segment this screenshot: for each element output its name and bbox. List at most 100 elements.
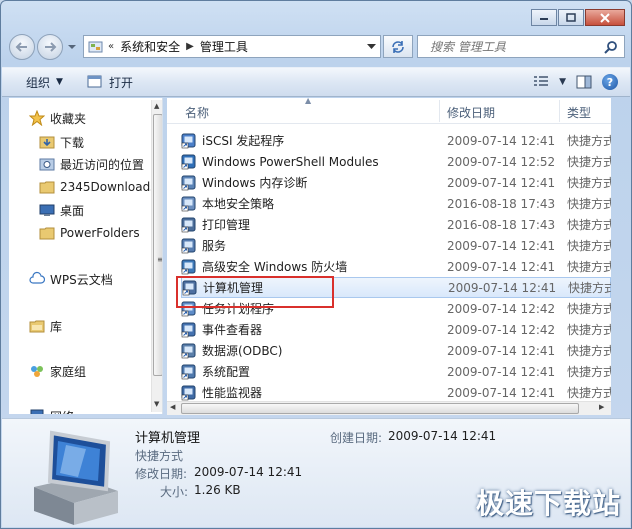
search-input[interactable] xyxy=(418,39,598,54)
details-created-label: 创建日期: xyxy=(330,431,383,445)
file-name: 高级安全 Windows 防火墙 xyxy=(202,260,348,274)
file-row[interactable]: 数据源(ODBC) 2009-07-14 12:41 快捷方式 xyxy=(181,340,611,361)
grip-icon: ≡ xyxy=(157,255,162,264)
recent-pages-dropdown-icon[interactable] xyxy=(67,42,77,52)
minimize-icon xyxy=(540,17,548,20)
nav-item-label: 网络 xyxy=(50,408,74,415)
file-row[interactable]: 事件查看器 2009-07-14 12:42 快捷方式 xyxy=(181,319,611,340)
file-row[interactable]: 服务 2009-07-14 12:41 快捷方式 xyxy=(181,235,611,256)
folder-icon xyxy=(39,227,55,240)
file-type: 快捷方式 xyxy=(568,281,611,295)
nav-item-powerfolders[interactable]: PowerFolders xyxy=(39,223,140,243)
scrollbar-thumb[interactable]: ≡ xyxy=(153,114,162,376)
nav-item-label: 收藏夹 xyxy=(50,111,87,126)
shortcut-icon xyxy=(181,196,196,211)
column-header-type[interactable]: 类型 xyxy=(567,104,591,121)
shortcut-icon xyxy=(181,154,196,169)
file-modified-date: 2009-07-14 12:41 xyxy=(447,343,556,358)
view-controls: ▼ ? xyxy=(533,74,618,90)
nav-item-wps-cloud[interactable]: WPS云文档 xyxy=(29,269,113,289)
breadcrumb-system-security[interactable]: 系统和安全 xyxy=(120,38,180,55)
forward-button[interactable] xyxy=(37,34,63,60)
nav-item-label: 家庭组 xyxy=(50,364,87,379)
organize-menu-button[interactable]: 组织 ▼ xyxy=(18,70,71,94)
nav-item-network[interactable]: 网络 xyxy=(29,406,74,414)
organize-label: 组织 xyxy=(26,75,51,90)
preview-pane-icon[interactable] xyxy=(576,75,592,89)
file-type: 快捷方式 xyxy=(567,302,611,316)
file-modified-date: 2009-07-14 12:41 xyxy=(447,385,556,400)
recent-places-icon xyxy=(39,158,55,171)
chevron-down-icon: ▼ xyxy=(56,77,63,87)
nav-pane-scrollbar[interactable]: ▲ ≡ ▼ xyxy=(151,100,162,412)
column-divider[interactable] xyxy=(559,100,560,122)
scroll-right-arrow-icon[interactable]: ▶ xyxy=(599,403,604,411)
homegroup-icon xyxy=(31,366,43,377)
column-header-name[interactable]: 名称 xyxy=(185,104,209,121)
file-row[interactable]: iSCSI 发起程序 2009-07-14 12:41 快捷方式 xyxy=(181,130,611,151)
nav-item-recent-places[interactable]: 最近访问的位置 xyxy=(39,154,144,174)
navigation-row: « 系统和安全 ▶ 管理工具 xyxy=(9,34,625,60)
file-type: 快捷方式 xyxy=(567,239,611,253)
details-modified-label: 修改日期: xyxy=(135,467,188,481)
computer-management-large-icon xyxy=(34,430,118,525)
nav-item-2345downloads[interactable]: 2345Downloads xyxy=(39,177,156,197)
file-type: 快捷方式 xyxy=(567,197,611,211)
nav-item-label: PowerFolders xyxy=(60,226,140,240)
nav-item-favorites[interactable]: 收藏夹 xyxy=(29,108,86,128)
open-label: 打开 xyxy=(108,75,133,90)
address-dropdown-button[interactable] xyxy=(362,36,380,57)
breadcrumb-separator-icon[interactable]: ▶ xyxy=(186,41,194,52)
file-modified-date: 2009-07-14 12:41 xyxy=(447,133,556,148)
star-icon xyxy=(29,110,45,126)
scrollbar-thumb[interactable] xyxy=(181,403,579,414)
shortcut-icon xyxy=(181,175,196,190)
file-type: 快捷方式 xyxy=(567,134,611,148)
close-button[interactable] xyxy=(585,9,625,26)
search-box[interactable] xyxy=(417,35,625,58)
scroll-down-arrow-icon[interactable]: ▼ xyxy=(154,400,159,408)
folder-icon xyxy=(39,181,55,194)
column-header-modified[interactable]: 修改日期 xyxy=(447,104,495,121)
breadcrumb-admin-tools[interactable]: 管理工具 xyxy=(200,38,248,55)
file-row[interactable]: 本地安全策略 2016-08-18 17:43 快捷方式 xyxy=(181,193,611,214)
nav-item-downloads[interactable]: 下载 xyxy=(39,132,84,152)
refresh-button[interactable] xyxy=(383,35,413,58)
file-type: 快捷方式 xyxy=(567,365,611,379)
column-header-row: ▲ 名称 修改日期 类型 xyxy=(167,98,611,124)
file-row[interactable]: 打印管理 2016-08-18 17:43 快捷方式 xyxy=(181,214,611,235)
navigation-pane: 收藏夹 下载 最近访问的位置 2345Downloads 桌面 PowerFol… xyxy=(9,98,163,414)
address-bar[interactable]: « 系统和安全 ▶ 管理工具 xyxy=(83,35,381,58)
nav-item-libraries[interactable]: 库 xyxy=(29,316,62,336)
view-details-icon[interactable] xyxy=(533,75,549,89)
file-row[interactable]: Windows 内存诊断 2009-07-14 12:41 快捷方式 xyxy=(181,172,611,193)
shortcut-icon xyxy=(181,343,196,358)
search-icon[interactable] xyxy=(604,40,618,54)
scroll-up-arrow-icon[interactable]: ▲ xyxy=(154,102,159,110)
file-modified-date: 2009-07-14 12:41 xyxy=(447,238,556,253)
open-button[interactable]: 打开 xyxy=(79,70,141,94)
file-row[interactable]: 性能监视器 2009-07-14 12:41 快捷方式 xyxy=(181,382,611,403)
shortcut-icon xyxy=(181,259,196,274)
nav-item-homegroup[interactable]: 家庭组 xyxy=(29,361,86,381)
nav-item-desktop[interactable]: 桌面 xyxy=(39,200,84,220)
nav-item-label: 下载 xyxy=(60,135,85,150)
maximize-button[interactable] xyxy=(558,9,584,26)
back-button[interactable] xyxy=(9,34,35,60)
file-row[interactable]: Windows PowerShell Modules 2009-07-14 12:… xyxy=(181,151,611,172)
column-divider[interactable] xyxy=(439,100,440,122)
view-options-dropdown-icon[interactable]: ▼ xyxy=(559,77,566,87)
breadcrumb-overflow[interactable]: « xyxy=(108,41,114,52)
back-arrow-icon xyxy=(15,42,27,52)
file-row[interactable]: 系统配置 2009-07-14 12:41 快捷方式 xyxy=(181,361,611,382)
scroll-left-arrow-icon[interactable]: ◀ xyxy=(170,403,175,411)
control-panel-icon xyxy=(88,41,103,52)
minimize-button[interactable] xyxy=(531,9,557,26)
help-button[interactable]: ? xyxy=(602,74,618,90)
network-icon xyxy=(30,409,44,414)
horizontal-scrollbar[interactable]: ◀ ▶ xyxy=(167,401,611,415)
file-row[interactable]: 高级安全 Windows 防火墙 2009-07-14 12:41 快捷方式 xyxy=(181,256,611,277)
file-name: iSCSI 发起程序 xyxy=(202,134,285,148)
file-name: 事件查看器 xyxy=(202,323,263,337)
command-bar: 组织 ▼ 打开 ▼ ? xyxy=(2,67,630,97)
